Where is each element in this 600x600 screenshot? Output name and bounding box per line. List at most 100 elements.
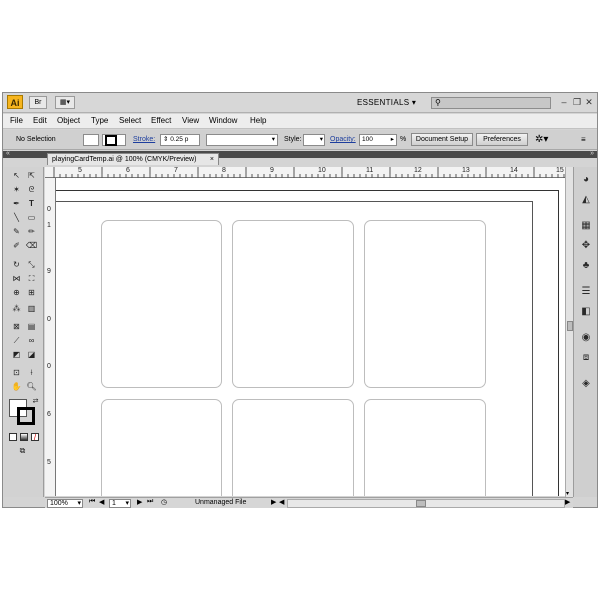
live-paint-icon[interactable]: ◩ (10, 349, 23, 361)
menu-edit[interactable]: Edit (33, 116, 47, 125)
menu-select[interactable]: Select (119, 116, 141, 125)
playing-card-outline[interactable] (232, 220, 354, 388)
gradient-panel-icon[interactable]: ◧ (579, 305, 593, 318)
lasso-icon[interactable]: ᘓ (25, 184, 38, 196)
artboard-number-field[interactable]: 1 ▾ (109, 499, 131, 508)
eyedropper-icon[interactable]: ⟋ (10, 335, 23, 347)
appearance-icon[interactable]: ◉ (579, 331, 593, 344)
document-tab[interactable]: playingCardTemp.ai @ 100% (CMYK/Preview)… (47, 153, 219, 165)
scroll-down-icon[interactable]: ▾ (566, 490, 569, 497)
pencil-icon[interactable]: ✏ (25, 226, 38, 238)
collapse-right-icon[interactable]: » (590, 150, 594, 157)
minimize-icon[interactable]: – (558, 96, 570, 108)
color-guide-icon[interactable]: ◭ (579, 193, 593, 206)
width-tool-icon[interactable]: ⋈ (10, 273, 23, 285)
arrange-documents-icon[interactable]: ▦▾ (55, 96, 75, 109)
last-artboard-icon[interactable]: ⏭ (147, 498, 153, 506)
graphic-styles-icon[interactable]: ⧈ (579, 351, 593, 364)
stroke-panel-icon[interactable]: ☰ (579, 285, 593, 298)
mesh-tool-icon[interactable]: ⊠ (10, 321, 23, 333)
menu-view[interactable]: View (182, 116, 199, 125)
type-tool-icon[interactable]: T (25, 198, 38, 210)
status-menu-icon[interactable]: ▶ (271, 498, 276, 506)
zoom-field[interactable]: 100% ▾ (47, 499, 83, 508)
stroke-color-swatch[interactable] (17, 407, 35, 425)
swap-colors-icon[interactable]: ⇄ (29, 396, 42, 408)
color-panel-icon[interactable]: ◕ (579, 173, 593, 186)
layers-icon[interactable]: ◈ (579, 377, 593, 390)
color-mode-icon[interactable] (9, 433, 17, 441)
vertical-scrollbar[interactable]: ▾ (565, 167, 573, 497)
menu-object[interactable]: Object (57, 116, 80, 125)
hand-tool-icon[interactable]: ✋ (10, 381, 23, 393)
playing-card-outline[interactable] (101, 220, 222, 388)
variable-width-dropdown[interactable]: ▾ (206, 134, 278, 146)
scale-tool-icon[interactable]: ⤡ (25, 259, 38, 271)
workspace-switcher[interactable]: ESSENTIALS ▾ (357, 98, 416, 107)
playing-card-outline[interactable] (101, 399, 222, 496)
stroke-swatch[interactable] (102, 134, 126, 146)
graph-tool-icon[interactable]: ▥ (25, 303, 38, 315)
none-mode-icon[interactable]: / (31, 433, 39, 442)
artboard-tool-icon[interactable]: ⊡ (10, 367, 23, 379)
first-artboard-icon[interactable]: ⏮ (89, 498, 95, 506)
zoom-tool-icon[interactable]: 🔍︎ (25, 381, 38, 393)
symbols-icon[interactable]: ♣ (579, 259, 593, 272)
menu-file[interactable]: File (10, 116, 23, 125)
direct-selection-tool-icon[interactable]: ⇱ (25, 170, 38, 182)
menu-effect[interactable]: Effect (151, 116, 171, 125)
blend-tool-icon[interactable]: ∞ (25, 335, 38, 347)
document-status-icon[interactable]: ◷ (161, 498, 167, 506)
menu-window[interactable]: Window (209, 116, 237, 125)
collapse-left-icon[interactable]: « (6, 150, 10, 157)
panel-menu-icon[interactable]: ≡ (581, 135, 586, 144)
bridge-button[interactable]: Br (29, 96, 47, 109)
free-transform-icon[interactable]: ⛶ (25, 273, 38, 285)
search-input[interactable]: ⚲ (431, 97, 551, 109)
opacity-field[interactable]: 100 ▸ (359, 134, 397, 146)
graphic-style-dropdown[interactable]: ▾ (303, 134, 325, 146)
pen-tool-icon[interactable]: ✒ (10, 198, 23, 210)
stroke-link[interactable]: Stroke: (133, 136, 155, 143)
rotate-tool-icon[interactable]: ↻ (10, 259, 23, 271)
paintbrush-icon[interactable]: ✎ (10, 226, 23, 238)
scroll-right-icon[interactable]: ▶ (565, 498, 570, 506)
gradient-mode-icon[interactable] (20, 433, 28, 441)
draw-mode-icon[interactable]: ⧉ (16, 445, 29, 457)
live-paint-selection-icon[interactable]: ◪ (25, 349, 38, 361)
blob-brush-icon[interactable]: ✐ (10, 240, 23, 252)
slice-tool-icon[interactable]: ⟊ (25, 367, 38, 379)
playing-card-outline[interactable] (364, 399, 486, 496)
horizontal-scroll-thumb[interactable] (416, 500, 426, 507)
playing-card-outline[interactable] (232, 399, 354, 496)
brushes-icon[interactable]: ✥ (579, 239, 593, 252)
next-artboard-icon[interactable]: ▶ (137, 498, 142, 506)
shape-builder-icon[interactable]: ⊕ (10, 287, 23, 299)
line-tool-icon[interactable]: ╲ (10, 212, 23, 224)
close-icon[interactable]: ✕ (583, 96, 595, 108)
perspective-grid-icon[interactable]: ⊞ (25, 287, 38, 299)
selection-tool-icon[interactable]: ↖ (10, 170, 23, 182)
restore-icon[interactable]: ❐ (571, 96, 583, 108)
chevron-down-icon: ▾ (125, 500, 129, 507)
document-setup-button[interactable]: Document Setup (411, 133, 473, 146)
gradient-tool-icon[interactable]: ▤ (25, 321, 38, 333)
magic-wand-icon[interactable]: ✶ (10, 184, 23, 196)
eraser-icon[interactable]: ⌫ (25, 240, 38, 252)
preferences-button[interactable]: Preferences (476, 133, 528, 146)
previous-artboard-icon[interactable]: ◀ (99, 498, 104, 506)
swatches-icon[interactable]: ▦ (579, 219, 593, 232)
scroll-left-icon[interactable]: ◀ (279, 498, 284, 506)
document-options-icon[interactable]: ✲▾ (535, 134, 548, 145)
document-canvas[interactable]: 5 6 7 8 9 10 11 12 13 14 15 0 1 9 0 0 6 … (45, 167, 565, 496)
fill-swatch[interactable] (83, 134, 99, 146)
horizontal-scrollbar[interactable] (287, 499, 565, 508)
menu-type[interactable]: Type (91, 116, 108, 125)
symbol-sprayer-icon[interactable]: ⁂ (10, 303, 23, 315)
rectangle-tool-icon[interactable]: ▭ (25, 212, 38, 224)
menu-help[interactable]: Help (250, 116, 266, 125)
stroke-weight-field[interactable]: ⇕ 0.25 p (160, 134, 200, 146)
playing-card-outline[interactable] (364, 220, 486, 388)
opacity-link[interactable]: Opacity: (330, 136, 356, 143)
close-tab-icon[interactable]: × (210, 154, 214, 165)
